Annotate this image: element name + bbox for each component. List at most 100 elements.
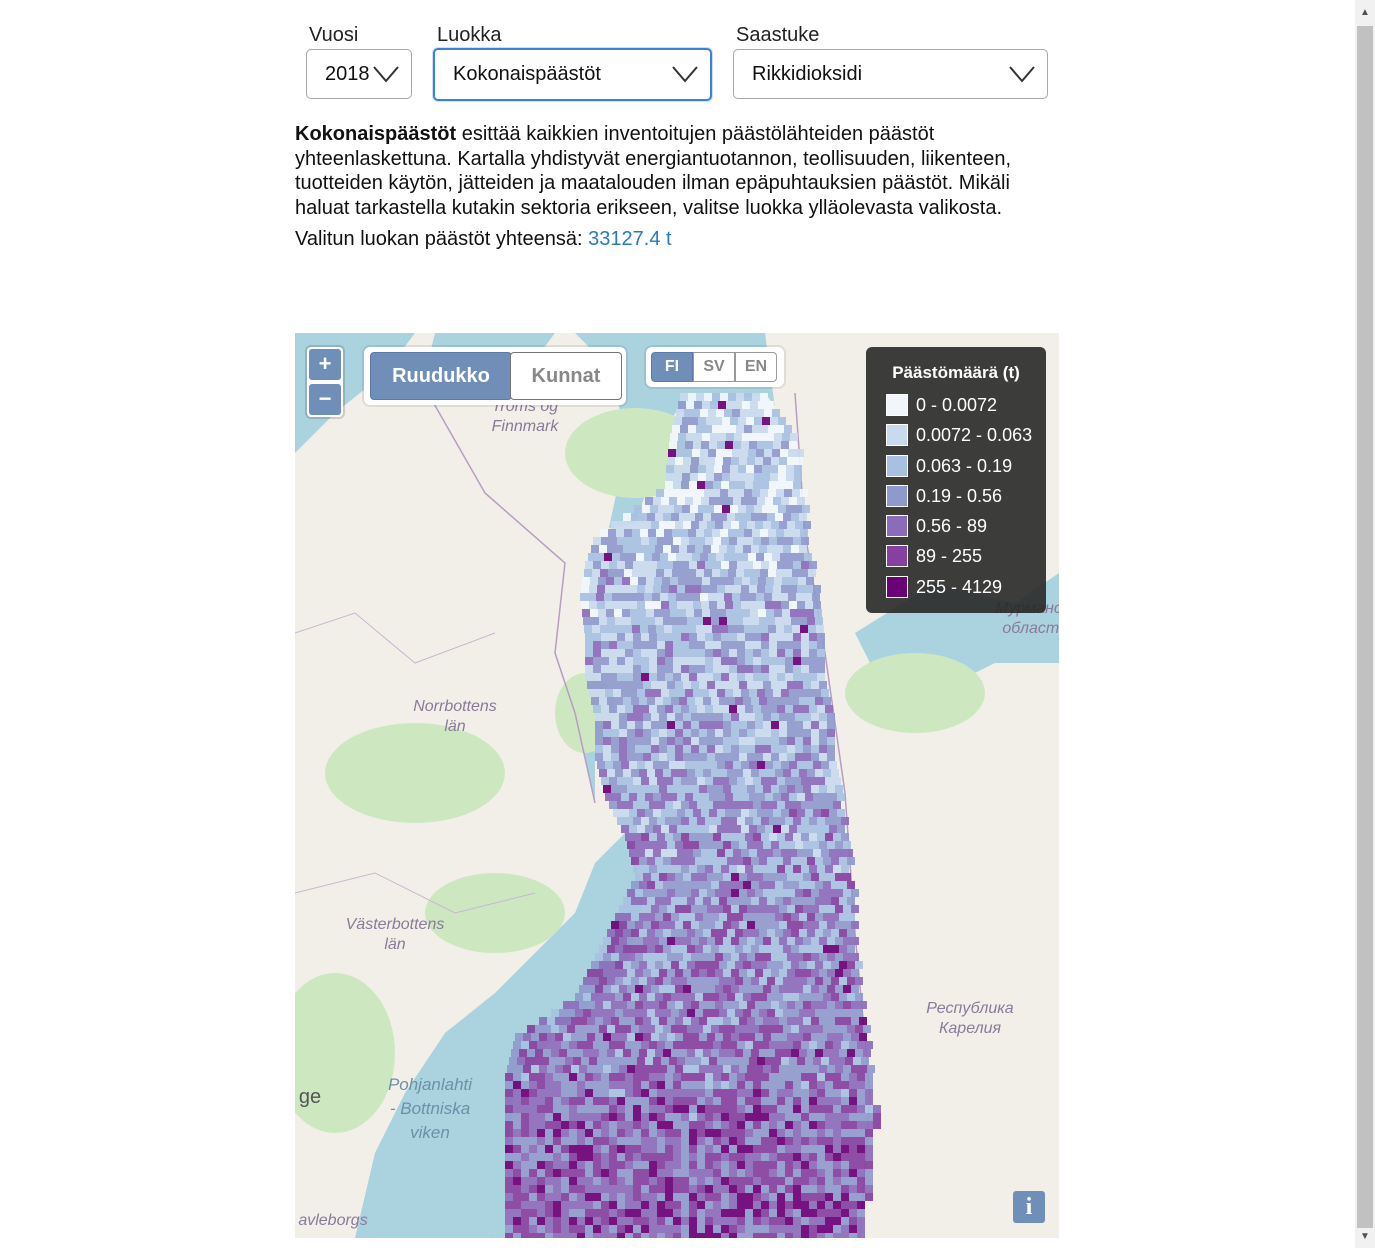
grid-cell [659, 1001, 667, 1009]
grid-cell [505, 1185, 513, 1193]
grid-cell [587, 985, 595, 993]
grid-cell [811, 737, 819, 745]
zoom-in-button[interactable]: + [309, 349, 341, 380]
grid-cell [777, 649, 785, 657]
grid-cell [817, 1193, 825, 1201]
grid-cell [653, 585, 661, 593]
grid-cell [665, 817, 673, 825]
grid-cell [745, 1105, 753, 1113]
grid-cell [679, 1025, 687, 1033]
grid-cell [667, 889, 675, 897]
grid-cell [621, 809, 629, 817]
grid-cell [739, 1001, 747, 1009]
grid-cell [817, 1137, 825, 1145]
lang-en-button[interactable]: EN [735, 352, 777, 382]
grid-cell [779, 721, 787, 729]
grid-cell [793, 1161, 801, 1169]
grid-cell [565, 1057, 573, 1065]
grid-cell [730, 417, 738, 425]
grid-cell [605, 761, 613, 769]
grid-cell [767, 1049, 775, 1057]
grid-cell [715, 713, 723, 721]
grid-cell [729, 1145, 737, 1153]
grid-cell [754, 505, 762, 513]
grid-cell [855, 1049, 863, 1057]
grid-cell [683, 521, 691, 529]
zoom-out-button[interactable]: − [309, 384, 341, 415]
grid-cell [687, 929, 695, 937]
lang-fi-button[interactable]: FI [651, 352, 693, 382]
grid-cell [663, 993, 671, 1001]
grid-cell [747, 841, 755, 849]
grid-cell [809, 1169, 817, 1177]
grid-cell [763, 681, 771, 689]
grid-cell [619, 721, 627, 729]
grid-cell [635, 729, 643, 737]
grid-cell [585, 1233, 593, 1238]
grid-cell [833, 1041, 841, 1049]
municipalities-view-button[interactable]: Kunnat [510, 352, 622, 400]
grid-cell [713, 777, 721, 785]
grid-cell [521, 1233, 529, 1238]
grid-cell [563, 1001, 571, 1009]
scroll-down-icon[interactable]: ▼ [1359, 1232, 1371, 1242]
grid-cell [713, 1225, 721, 1233]
grid-cell [587, 969, 595, 977]
grid-cell [657, 865, 665, 873]
grid-cell [742, 577, 750, 585]
grid-cell [763, 1017, 771, 1025]
grid-cell [783, 857, 791, 865]
grid-cell [675, 841, 683, 849]
lang-sv-button[interactable]: SV [693, 352, 735, 382]
emission-map[interactable]: Troms og Finnmark Norrbottens län Väster… [295, 333, 1059, 1238]
grid-cell [649, 1081, 657, 1089]
grid-cell [745, 833, 753, 841]
grid-cell [745, 1225, 753, 1233]
grid-cell [541, 1057, 549, 1065]
scrollbar-thumb[interactable] [1357, 26, 1373, 1228]
grid-cell [689, 1209, 697, 1217]
grid-cell [745, 1161, 753, 1169]
grid-cell [777, 1137, 785, 1145]
grid-cell [647, 945, 655, 953]
grid-cell [797, 601, 805, 609]
grid-cell [737, 1185, 745, 1193]
pollutant-select[interactable]: Rikkidioksidi [733, 49, 1048, 99]
grid-cell [607, 769, 615, 777]
grid-cell [615, 993, 623, 1001]
grid-cell [609, 1177, 617, 1185]
grid-cell [653, 761, 661, 769]
grid-cell [591, 961, 599, 969]
grid-cell [671, 513, 679, 521]
grid-cell [665, 865, 673, 873]
grid-cell [651, 785, 659, 793]
grid-cell [721, 673, 729, 681]
grid-cell [727, 881, 735, 889]
grid-cell [735, 961, 743, 969]
grid-cell [517, 1057, 525, 1065]
grid-cell [712, 489, 720, 497]
category-select[interactable]: Kokonaispäästöt [433, 48, 712, 101]
scroll-up-icon[interactable]: ▲ [1359, 8, 1371, 18]
grid-cell [849, 1129, 857, 1137]
grid-cell [673, 1081, 681, 1089]
grid-cell [621, 793, 629, 801]
grid-cell [631, 513, 639, 521]
grid-cell [603, 1033, 611, 1041]
grid-cell [743, 881, 751, 889]
grid-cell [745, 1201, 753, 1209]
grid-view-button[interactable]: Ruudukko [370, 352, 512, 400]
year-select[interactable]: 2018 [306, 49, 412, 99]
grid-cell [745, 1153, 753, 1161]
grid-cell [655, 945, 663, 953]
grid-cell [648, 529, 656, 537]
grid-cell [851, 937, 859, 945]
grid-cell [799, 1009, 807, 1017]
grid-cell [779, 681, 787, 689]
info-button[interactable]: i [1013, 1191, 1045, 1223]
grid-cell [683, 841, 691, 849]
grid-cell [755, 841, 763, 849]
grid-cell [807, 881, 815, 889]
grid-cell [759, 945, 767, 953]
grid-cell [857, 1177, 865, 1185]
